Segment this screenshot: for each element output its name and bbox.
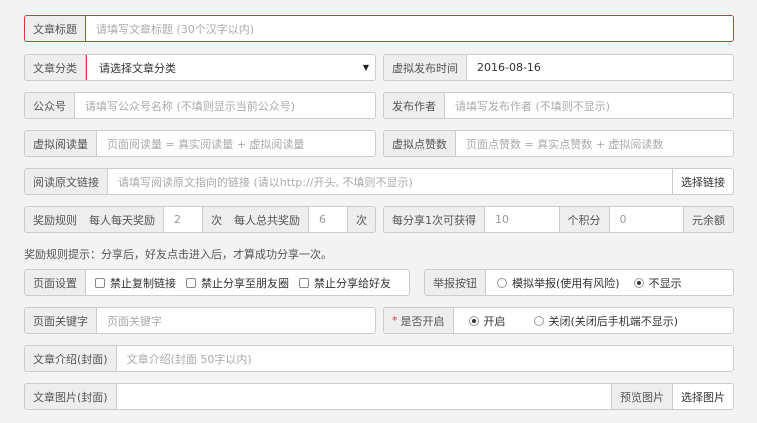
publish-time-input[interactable]: 2016-08-16 — [467, 55, 733, 80]
cover-image-input[interactable] — [116, 384, 611, 409]
points-input[interactable]: 10 — [485, 207, 559, 232]
title-group: 文章标题 请填写文章标题 (30个汉字以内) — [24, 15, 734, 42]
radio-icon — [533, 315, 544, 326]
virtual-reads-label: 虚拟阅读量 — [25, 131, 97, 156]
virtual-reads-group: 虚拟阅读量 页面阅读量 = 真实阅读量 + 虚拟阅读量 — [24, 130, 376, 157]
points-unit: 个积分 — [558, 207, 610, 232]
chevron-down-icon: ▼ — [362, 63, 369, 72]
category-label: 文章分类 — [25, 55, 86, 80]
balance-input[interactable]: 0 — [609, 207, 683, 232]
disable-copy-link-label: 禁止复制链接 — [110, 276, 176, 290]
daily-reward-label: 每人每天奖励 — [81, 207, 164, 232]
category-group: 文章分类 请选择文章分类 ▼ — [24, 54, 376, 81]
enabled-on-label: 开启 — [483, 314, 506, 328]
checkbox-icon — [186, 277, 196, 288]
report-button-group: 举报按钮 模拟举报(使用有风险) 不显示 — [424, 269, 734, 296]
virtual-reads-input[interactable]: 页面阅读量 = 真实阅读量 + 虚拟阅读量 — [97, 131, 375, 156]
report-simulate-label: 模拟举报(使用有风险) — [512, 276, 620, 290]
radio-selected-icon — [468, 315, 479, 326]
source-link-label: 阅读原文链接 — [25, 169, 108, 194]
page-settings-group: 页面设置 禁止复制链接 禁止分享至朋友圈 禁止分享给好友 — [24, 269, 410, 296]
checkbox-icon — [95, 277, 105, 288]
share-reward-label: 每分享1次可获得 — [384, 207, 485, 232]
daily-reward-input[interactable]: 2 — [164, 207, 202, 232]
account-label: 公众号 — [25, 93, 75, 118]
account-input[interactable]: 请填写公众号名称 (不填则显示当前公众号) — [75, 93, 375, 118]
category-select[interactable]: 请选择文章分类 ▼ — [86, 55, 375, 80]
report-button-label: 举报按钮 — [425, 270, 486, 295]
virtual-likes-input[interactable]: 页面点赞数 = 真实点赞数 + 虚拟阅读数 — [456, 131, 733, 156]
balance-unit: 元余额 — [683, 207, 733, 232]
source-link-group: 阅读原文链接 请填写阅读原文指向的链接 (请以http://开头, 不填则不显示… — [24, 168, 734, 195]
intro-label: 文章介绍(封面) — [25, 346, 117, 371]
disable-share-moments-checkbox[interactable]: 禁止分享至朋友圈 — [181, 275, 294, 291]
enabled-off-label: 关闭(关闭后手机端不显示) — [548, 314, 679, 328]
checkbox-icon — [299, 277, 309, 288]
radio-icon — [497, 277, 507, 288]
virtual-likes-label: 虚拟点赞数 — [384, 131, 456, 156]
enabled-on-radio[interactable]: 开启 — [464, 313, 511, 329]
daily-reward-unit: 次 — [202, 207, 226, 232]
total-reward-input[interactable]: 6 — [309, 207, 347, 232]
enabled-label: * 是否开启 — [384, 308, 454, 333]
account-group: 公众号 请填写公众号名称 (不填则显示当前公众号) — [24, 92, 376, 119]
cover-image-group: 文章图片(封面) 预览图片 选择图片 — [24, 383, 734, 410]
page-settings-label: 页面设置 — [25, 270, 86, 295]
reward-rule-group: 奖励规则 每人每天奖励 2 次 每人总共奖励 6 次 — [24, 206, 376, 233]
report-hide-radio[interactable]: 不显示 — [629, 275, 687, 291]
title-label: 文章标题 — [25, 16, 86, 41]
select-image-button[interactable]: 选择图片 — [672, 384, 733, 409]
report-hide-label: 不显示 — [648, 276, 682, 290]
intro-group: 文章介绍(封面) 文章介绍(封面 50字以内) — [24, 345, 734, 372]
disable-share-moments-label: 禁止分享至朋友圈 — [201, 276, 289, 290]
category-value: 请选择文章分类 — [99, 61, 176, 75]
radio-selected-icon — [633, 277, 644, 288]
publish-time-label: 虚拟发布时间 — [384, 55, 467, 80]
enabled-label-text: 是否开启 — [400, 314, 445, 328]
disable-copy-link-checkbox[interactable]: 禁止复制链接 — [90, 275, 181, 291]
report-simulate-radio[interactable]: 模拟举报(使用有风险) — [492, 275, 625, 291]
title-input[interactable]: 请填写文章标题 (30个汉字以内) — [86, 16, 733, 41]
preview-image-button[interactable]: 预览图片 — [611, 384, 672, 409]
intro-input[interactable]: 文章介绍(封面 50字以内) — [116, 346, 733, 371]
cover-image-label: 文章图片(封面) — [25, 384, 117, 409]
required-mark: * — [392, 314, 398, 327]
share-reward-group: 每分享1次可获得 10 个积分 0 元余额 — [383, 206, 734, 233]
disable-share-friends-checkbox[interactable]: 禁止分享给好友 — [294, 275, 396, 291]
reward-hint: 奖励规则提示：分享后，好友点击进入后，才算成功分享一次。 — [24, 248, 332, 261]
reward-rule-label: 奖励规则 — [25, 207, 81, 232]
total-reward-label: 每人总共奖励 — [226, 207, 309, 232]
keywords-group: 页面关键字 页面关键字 — [24, 307, 376, 334]
enabled-off-radio[interactable]: 关闭(关闭后手机端不显示) — [529, 313, 684, 329]
author-label: 发布作者 — [384, 93, 445, 118]
virtual-likes-group: 虚拟点赞数 页面点赞数 = 真实点赞数 + 虚拟阅读数 — [383, 130, 734, 157]
source-link-input[interactable]: 请填写阅读原文指向的链接 (请以http://开头, 不填则不显示) — [108, 169, 672, 194]
keywords-label: 页面关键字 — [25, 308, 97, 333]
keywords-input[interactable]: 页面关键字 — [97, 308, 375, 333]
publish-time-group: 虚拟发布时间 2016-08-16 — [383, 54, 734, 81]
total-reward-unit: 次 — [347, 207, 375, 232]
author-group: 发布作者 请填写发布作者 (不填则不显示) — [383, 92, 734, 119]
enabled-group: * 是否开启 开启 关闭(关闭后手机端不显示) — [383, 307, 734, 334]
disable-share-friends-label: 禁止分享给好友 — [314, 276, 391, 290]
select-link-button[interactable]: 选择链接 — [672, 169, 733, 194]
author-input[interactable]: 请填写发布作者 (不填则不显示) — [445, 93, 733, 118]
